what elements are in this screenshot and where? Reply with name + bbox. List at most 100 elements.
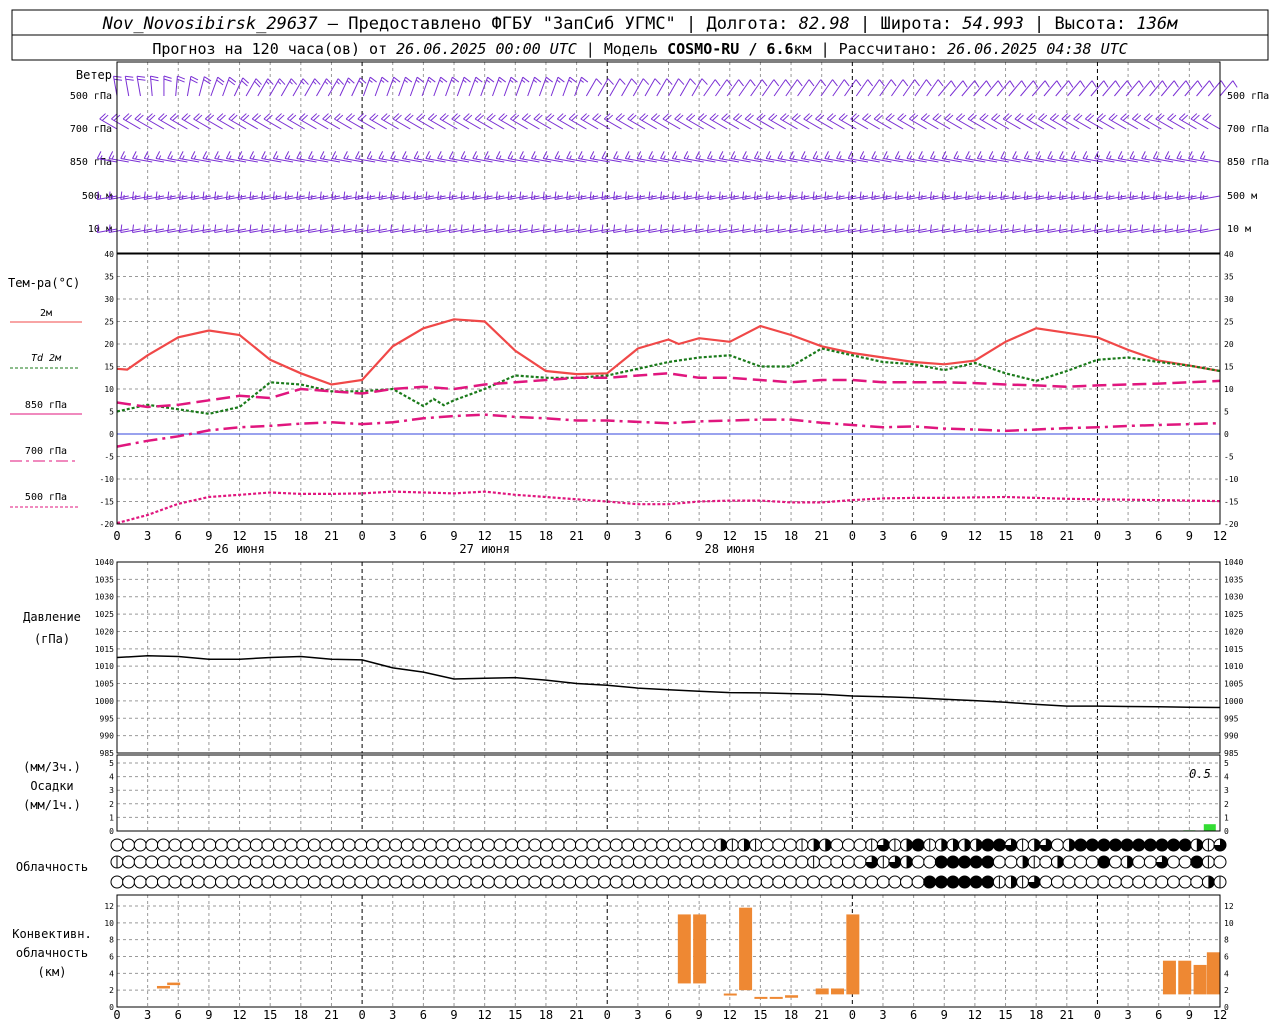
cloud-symbol — [249, 838, 263, 852]
legend-label-t2m: 2м — [40, 308, 52, 319]
wind-barb-flag — [847, 151, 853, 159]
wind-barb-flag — [378, 191, 381, 200]
wind-barb-flag — [1155, 155, 1159, 160]
y-tick-label: -5 — [104, 453, 114, 462]
cloud-symbol — [691, 838, 705, 852]
cloud-symbol — [458, 875, 472, 889]
x-tick-label: 15 — [263, 529, 277, 543]
wind-barb-flag — [918, 151, 923, 159]
wind-barb — [225, 151, 247, 163]
x-tick-label: 6 — [1155, 1008, 1162, 1022]
wind-barb-flag — [132, 224, 135, 233]
cloud-circle — [296, 875, 310, 889]
cloud-circle — [377, 875, 391, 889]
cloud-circle — [702, 875, 716, 889]
cloud-circle — [203, 855, 217, 869]
y-tick-label: 35 — [104, 273, 114, 282]
x-tick-label: 0 — [358, 1008, 365, 1022]
wind-barb — [527, 76, 542, 97]
x-tick-label: 9 — [1186, 529, 1193, 543]
wind-barb-flag — [554, 224, 557, 233]
wind-barb-flag — [1179, 194, 1181, 200]
cloud-circle — [981, 875, 995, 889]
x-tick-label: 18 — [1029, 529, 1043, 543]
wind-barb-flag — [745, 194, 747, 200]
cloud-symbol — [1050, 875, 1064, 889]
cloud-circle — [110, 838, 124, 852]
wind-barb — [765, 151, 786, 163]
cloud-circle — [273, 875, 287, 889]
y-tick-label: 6 — [1224, 953, 1229, 962]
wind-barb-flag — [613, 224, 616, 233]
wind-barb-flag — [991, 194, 994, 200]
cloud-circle — [644, 875, 658, 889]
wind-barb-flag — [855, 79, 862, 87]
wind-barb-flag — [99, 194, 102, 200]
cloud-symbol — [911, 838, 925, 852]
wind-barb-shaft — [621, 78, 632, 97]
cloud-symbol — [122, 855, 136, 869]
cloud-symbol — [110, 855, 124, 869]
wind-barb-flag — [882, 224, 885, 233]
wind-barb-flag — [277, 80, 282, 85]
wind-barb — [1035, 151, 1056, 163]
wind-barb-flag — [1176, 224, 1179, 233]
wind-barb-flag — [1208, 80, 1215, 88]
wind-barb-flag — [181, 194, 184, 200]
cloud-half — [1208, 876, 1215, 888]
cloud-symbol — [377, 875, 391, 889]
wind-barb-flag — [1199, 224, 1202, 233]
x-tick-label: 12 — [232, 529, 246, 543]
wind-barb-flag — [143, 224, 146, 233]
wind-barb-flag — [709, 155, 713, 160]
wind-barb-flag — [698, 194, 700, 200]
cloud-symbol — [667, 855, 681, 869]
wind-barb-flag — [1056, 80, 1062, 88]
wind-barb-flag — [343, 224, 346, 233]
wind-barb-flag — [862, 194, 864, 200]
wind-barb-flag — [310, 194, 313, 200]
wind-barb-shaft — [973, 80, 987, 97]
cloud-circle — [365, 855, 379, 869]
cloud-symbol — [319, 855, 333, 869]
calc-time: 26.06.2025 04:38 UTC — [947, 40, 1128, 58]
wind-barb-flag — [240, 194, 243, 200]
x-tick-label: 12 — [723, 1008, 737, 1022]
wind-barb — [249, 151, 270, 163]
cloud-circle — [319, 838, 333, 852]
cloud-half — [906, 856, 913, 868]
cloud-symbol — [1155, 875, 1169, 889]
cloud-circle — [168, 875, 182, 889]
cloud-circle — [400, 875, 414, 889]
cloud-circle — [621, 875, 635, 889]
wind-barb-flag — [1023, 151, 1029, 159]
calc-label: | Рассчитано: — [812, 40, 947, 58]
wind-barb — [1047, 151, 1068, 163]
cloud-symbol — [133, 875, 147, 889]
x-tick-label: 6 — [910, 529, 917, 543]
wind-barb-flag — [979, 194, 982, 200]
cloud-circle — [737, 875, 751, 889]
wind-barb-flag — [850, 194, 853, 200]
cloud-circle — [342, 838, 356, 852]
cloud-circle — [1074, 875, 1088, 889]
cloud-symbol — [702, 855, 716, 869]
cloud-symbol — [273, 875, 287, 889]
cloud-symbol — [609, 855, 623, 869]
x-tick-label: 12 — [232, 1008, 246, 1022]
wind-barb — [386, 76, 401, 97]
wind-barb-flag — [678, 78, 685, 85]
wind-barb-shaft — [691, 78, 703, 97]
wind-barb-flag — [261, 191, 264, 200]
legend-label-td2m: Td 2м — [31, 353, 62, 364]
wind-barb — [515, 76, 530, 97]
cloud-circle — [354, 838, 368, 852]
conv-title-2: облачность — [16, 946, 88, 960]
y-tick-label: 1005 — [95, 680, 114, 689]
cloud-circle — [958, 855, 972, 869]
cloud-circle — [168, 855, 182, 869]
cloud-symbol — [458, 838, 472, 852]
cloud-symbol — [783, 838, 797, 852]
cloud-circle — [1050, 838, 1064, 852]
wind-barb-flag — [953, 151, 958, 159]
